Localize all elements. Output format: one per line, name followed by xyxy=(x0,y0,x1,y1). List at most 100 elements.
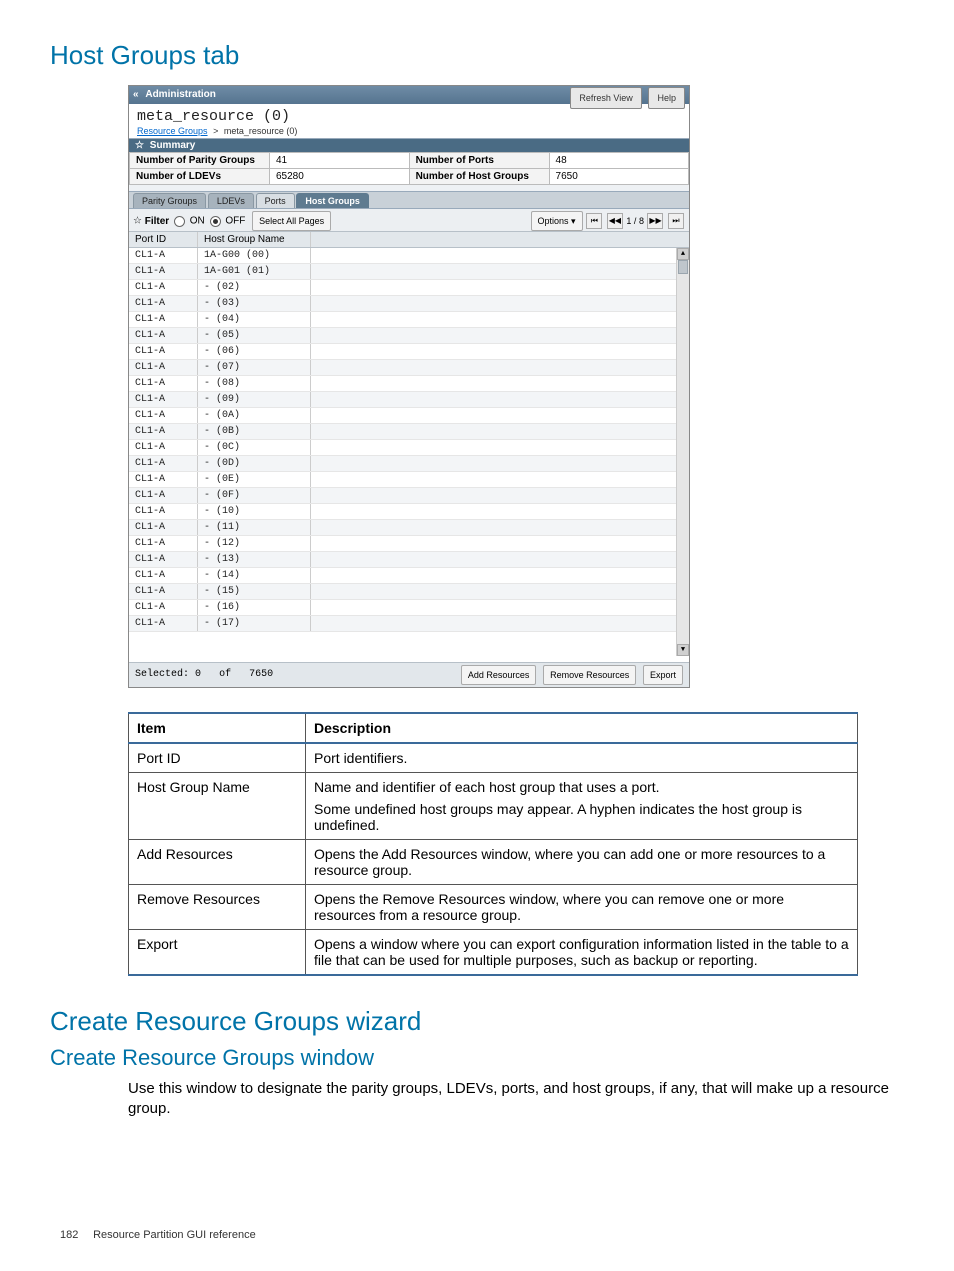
table-row[interactable]: CL1-A- (04) xyxy=(129,312,689,328)
cell-host-group: - (16) xyxy=(198,600,311,615)
summary-label: Summary xyxy=(150,140,196,151)
scroll-up-icon[interactable]: ▲ xyxy=(677,248,689,260)
filter-off-radio[interactable] xyxy=(210,216,221,227)
crumb-current: meta_resource (0) xyxy=(224,126,298,136)
pager-total: 8 xyxy=(639,216,644,226)
table-row[interactable]: CL1-A- (08) xyxy=(129,376,689,392)
desc-text: Opens the Add Resources window, where yo… xyxy=(306,840,858,885)
cell-host-group: - (0E) xyxy=(198,472,311,487)
add-resources-button[interactable]: Add Resources xyxy=(461,665,537,685)
cell-port-id: CL1-A xyxy=(129,408,198,423)
cell-port-id: CL1-A xyxy=(129,520,198,535)
summary-header[interactable]: ☆ Summary xyxy=(129,138,689,152)
table-row[interactable]: CL1-A- (0A) xyxy=(129,408,689,424)
cell-port-id: CL1-A xyxy=(129,472,198,487)
cell-host-group: - (11) xyxy=(198,520,311,535)
cell-port-id: CL1-A xyxy=(129,392,198,407)
filter-off-label: OFF xyxy=(225,216,245,227)
cell-host-group: - (02) xyxy=(198,280,311,295)
breadcrumb-root[interactable]: Administration xyxy=(145,89,216,100)
table-row[interactable]: CL1-A- (05) xyxy=(129,328,689,344)
cell-host-group: - (12) xyxy=(198,536,311,551)
help-button[interactable]: Help xyxy=(648,87,685,109)
cell-port-id: CL1-A xyxy=(129,360,198,375)
cell-port-id: CL1-A xyxy=(129,568,198,583)
selected-total: 7650 xyxy=(249,669,273,680)
desc-text: Port identifiers. xyxy=(306,743,858,773)
col-host-group-name[interactable]: Host Group Name xyxy=(198,232,311,247)
heading-wizard: Create Resource Groups wizard xyxy=(50,1006,914,1037)
summary-table: Number of Parity Groups41Number of Ports… xyxy=(129,152,689,185)
cell-host-group: 1A-G01 (01) xyxy=(198,264,311,279)
scrollbar[interactable]: ▲ ▼ xyxy=(676,248,689,656)
tab-ports[interactable]: Ports xyxy=(256,193,295,208)
table-row[interactable]: CL1-A1A-G01 (01) xyxy=(129,264,689,280)
cell-host-group: - (0F) xyxy=(198,488,311,503)
host-groups-grid: Port ID Host Group Name CL1-A1A-G00 (00)… xyxy=(129,232,689,662)
table-row[interactable]: CL1-A- (12) xyxy=(129,536,689,552)
pager: ⏮ ◀◀ 1 / 8 ▶▶ ⏭ xyxy=(585,213,685,230)
cell-host-group: - (17) xyxy=(198,616,311,631)
refresh-button[interactable]: Refresh View xyxy=(570,87,641,109)
collapse-icon[interactable]: ☆ xyxy=(135,140,147,151)
pager-prev[interactable]: ◀◀ xyxy=(607,213,623,229)
cell-host-group: - (13) xyxy=(198,552,311,567)
back-chevron[interactable]: « xyxy=(133,89,139,100)
cell-port-id: CL1-A xyxy=(129,344,198,359)
tab-parity-groups[interactable]: Parity Groups xyxy=(133,193,206,208)
table-row[interactable]: CL1-A- (09) xyxy=(129,392,689,408)
pager-next[interactable]: ▶▶ xyxy=(647,213,663,229)
tab-host-groups[interactable]: Host Groups xyxy=(296,193,369,208)
cell-port-id: CL1-A xyxy=(129,248,198,263)
cell-host-group: - (0A) xyxy=(198,408,311,423)
tab-row: Parity Groups LDEVs Ports Host Groups xyxy=(129,191,689,209)
cell-host-group: - (0D) xyxy=(198,456,311,471)
table-row[interactable]: CL1-A- (0D) xyxy=(129,456,689,472)
cell-host-group: - (10) xyxy=(198,504,311,519)
table-row[interactable]: CL1-A1A-G00 (00) xyxy=(129,248,689,264)
desc-item: Host Group Name xyxy=(129,773,306,840)
table-row[interactable]: CL1-A- (10) xyxy=(129,504,689,520)
tab-ldevs[interactable]: LDEVs xyxy=(208,193,254,208)
scroll-thumb[interactable] xyxy=(678,260,688,274)
table-row[interactable]: CL1-A- (0C) xyxy=(129,440,689,456)
desc-head-item: Item xyxy=(129,713,306,743)
cell-port-id: CL1-A xyxy=(129,488,198,503)
pager-last[interactable]: ⏭ xyxy=(668,213,684,229)
table-row[interactable]: CL1-A- (15) xyxy=(129,584,689,600)
col-port-id[interactable]: Port ID xyxy=(129,232,198,247)
summary-label-cell: Number of Ports xyxy=(409,153,549,169)
table-row[interactable]: CL1-A- (06) xyxy=(129,344,689,360)
crumb-link[interactable]: Resource Groups xyxy=(137,126,208,136)
filter-on-radio[interactable] xyxy=(174,216,185,227)
table-row[interactable]: CL1-A- (17) xyxy=(129,616,689,632)
remove-resources-button[interactable]: Remove Resources xyxy=(543,665,636,685)
table-row[interactable]: CL1-A- (16) xyxy=(129,600,689,616)
table-row[interactable]: CL1-A- (0B) xyxy=(129,424,689,440)
table-row[interactable]: CL1-A- (0E) xyxy=(129,472,689,488)
resource-title: meta_resource (0) xyxy=(137,108,681,125)
summary-label-cell: Number of Host Groups xyxy=(409,169,549,185)
table-row[interactable]: CL1-A- (11) xyxy=(129,520,689,536)
options-button[interactable]: Options ▾ xyxy=(531,211,583,231)
filter-collapse-icon[interactable]: ☆ xyxy=(133,216,142,227)
cell-host-group: - (0C) xyxy=(198,440,311,455)
table-row[interactable]: CL1-A- (02) xyxy=(129,280,689,296)
table-row[interactable]: CL1-A- (13) xyxy=(129,552,689,568)
desc-text: Opens the Remove Resources window, where… xyxy=(306,885,858,930)
scroll-down-icon[interactable]: ▼ xyxy=(677,644,689,656)
cell-port-id: CL1-A xyxy=(129,504,198,519)
export-button[interactable]: Export xyxy=(643,665,683,685)
table-row[interactable]: CL1-A- (03) xyxy=(129,296,689,312)
table-row[interactable]: CL1-A- (0F) xyxy=(129,488,689,504)
table-row[interactable]: CL1-A- (07) xyxy=(129,360,689,376)
cell-host-group: - (05) xyxy=(198,328,311,343)
pager-first[interactable]: ⏮ xyxy=(586,213,602,229)
select-all-button[interactable]: Select All Pages xyxy=(252,211,331,231)
cell-port-id: CL1-A xyxy=(129,600,198,615)
cell-port-id: CL1-A xyxy=(129,328,198,343)
description-table: Item Description Port IDPort identifiers… xyxy=(128,712,858,976)
screenshot-panel: « Administration Refresh View Help meta_… xyxy=(128,85,690,688)
desc-head-desc: Description xyxy=(306,713,858,743)
table-row[interactable]: CL1-A- (14) xyxy=(129,568,689,584)
